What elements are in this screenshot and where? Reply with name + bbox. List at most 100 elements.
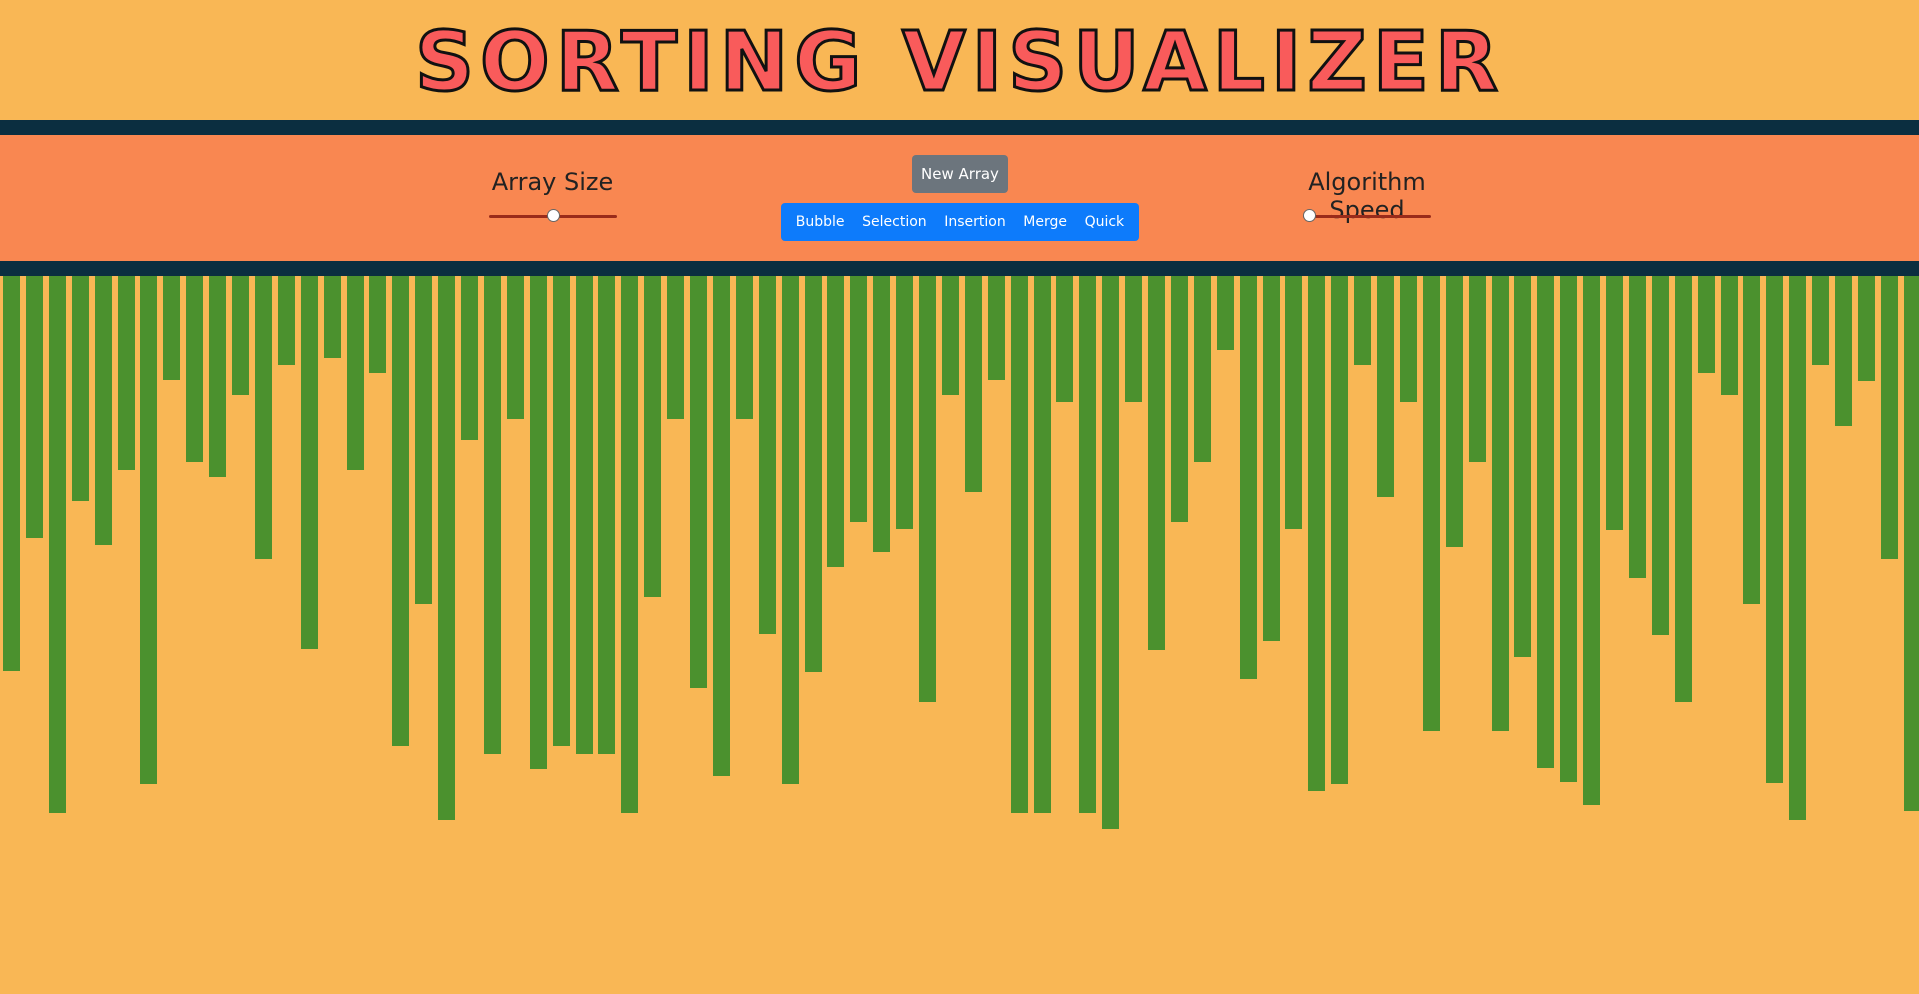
array-bar bbox=[1766, 276, 1783, 783]
array-bar bbox=[1423, 276, 1440, 731]
array-bar bbox=[667, 276, 684, 419]
array-bars-container bbox=[0, 276, 1919, 994]
array-size-slider-thumb[interactable] bbox=[547, 209, 560, 222]
top-divider bbox=[0, 120, 1919, 135]
array-bar bbox=[942, 276, 959, 395]
array-bar bbox=[369, 276, 386, 373]
quick-sort-button[interactable]: Quick bbox=[1081, 214, 1129, 230]
array-bar bbox=[324, 276, 341, 358]
array-bar bbox=[1377, 276, 1394, 497]
array-bar bbox=[598, 276, 615, 754]
array-bar bbox=[919, 276, 936, 702]
bottom-divider bbox=[0, 261, 1919, 276]
array-bar bbox=[95, 276, 112, 545]
array-bar bbox=[278, 276, 295, 365]
array-bar bbox=[26, 276, 43, 538]
array-bar bbox=[232, 276, 249, 395]
page-title: Sorting Visualizer bbox=[413, 15, 1505, 110]
merge-sort-button[interactable]: Merge bbox=[1019, 214, 1071, 230]
array-bar bbox=[209, 276, 226, 477]
array-bar bbox=[1904, 276, 1919, 811]
array-bar bbox=[1812, 276, 1829, 365]
array-bar bbox=[1240, 276, 1257, 679]
array-bar bbox=[1537, 276, 1554, 768]
array-bar bbox=[1056, 276, 1073, 402]
array-bar bbox=[1285, 276, 1302, 529]
array-bar bbox=[1194, 276, 1211, 462]
array-bar bbox=[438, 276, 455, 820]
array-bar bbox=[1079, 276, 1096, 813]
array-size-label: Array Size bbox=[491, 168, 614, 196]
array-bar bbox=[1354, 276, 1371, 365]
array-bar bbox=[736, 276, 753, 419]
array-bar bbox=[1698, 276, 1715, 373]
array-bar bbox=[507, 276, 524, 419]
array-bar bbox=[186, 276, 203, 462]
array-bar bbox=[644, 276, 661, 597]
array-bar bbox=[1583, 276, 1600, 805]
array-bar bbox=[484, 276, 501, 754]
selection-sort-button[interactable]: Selection bbox=[858, 214, 931, 230]
array-bar bbox=[576, 276, 593, 754]
array-bar bbox=[1560, 276, 1577, 782]
array-bar bbox=[3, 276, 20, 671]
array-bar bbox=[301, 276, 318, 649]
array-bar bbox=[1858, 276, 1875, 381]
array-bar bbox=[1652, 276, 1669, 635]
array-bar bbox=[873, 276, 890, 552]
array-bar bbox=[896, 276, 913, 529]
array-bar bbox=[965, 276, 982, 492]
array-bar bbox=[1606, 276, 1623, 530]
array-bar bbox=[827, 276, 844, 567]
algorithm-button-group: Bubble Selection Insertion Merge Quick bbox=[781, 203, 1139, 241]
array-bar bbox=[1400, 276, 1417, 402]
array-bar bbox=[988, 276, 1005, 380]
array-bar bbox=[140, 276, 157, 784]
title-bar: Sorting Visualizer bbox=[0, 0, 1919, 120]
array-bar bbox=[1263, 276, 1280, 641]
array-bar bbox=[690, 276, 707, 688]
array-bar bbox=[621, 276, 638, 813]
array-bar bbox=[553, 276, 570, 746]
array-bar bbox=[49, 276, 66, 813]
array-bar bbox=[461, 276, 478, 440]
array-bar bbox=[1789, 276, 1806, 820]
array-bar bbox=[782, 276, 799, 784]
array-bar bbox=[1171, 276, 1188, 522]
array-bar bbox=[1743, 276, 1760, 604]
controls-panel bbox=[0, 135, 1919, 261]
array-bar bbox=[1102, 276, 1119, 829]
array-size-slider[interactable] bbox=[489, 209, 617, 222]
array-bar bbox=[1331, 276, 1348, 784]
array-bar bbox=[1835, 276, 1852, 426]
array-bar bbox=[1446, 276, 1463, 547]
array-bar bbox=[1629, 276, 1646, 578]
bubble-sort-button[interactable]: Bubble bbox=[792, 214, 849, 230]
array-bar bbox=[1675, 276, 1692, 702]
array-bar bbox=[1034, 276, 1051, 813]
array-bar bbox=[118, 276, 135, 470]
array-bar bbox=[347, 276, 364, 470]
array-bar bbox=[759, 276, 776, 634]
array-bar bbox=[1469, 276, 1486, 462]
array-bar bbox=[805, 276, 822, 672]
array-bar bbox=[415, 276, 432, 604]
array-bar bbox=[1011, 276, 1028, 813]
array-bar bbox=[1514, 276, 1531, 657]
array-bar bbox=[530, 276, 547, 769]
array-bar bbox=[72, 276, 89, 501]
array-bar bbox=[850, 276, 867, 522]
array-bar bbox=[392, 276, 409, 746]
array-bar bbox=[1308, 276, 1325, 791]
array-bar bbox=[1217, 276, 1234, 350]
insertion-sort-button[interactable]: Insertion bbox=[940, 214, 1009, 230]
array-bar bbox=[1148, 276, 1165, 650]
array-bar bbox=[1125, 276, 1142, 402]
array-bar bbox=[1881, 276, 1898, 559]
new-array-button[interactable]: New Array bbox=[912, 155, 1008, 193]
algorithm-speed-slider[interactable] bbox=[1303, 209, 1431, 222]
array-bar bbox=[1492, 276, 1509, 731]
array-bar bbox=[1721, 276, 1738, 395]
array-bar bbox=[163, 276, 180, 380]
array-bar bbox=[255, 276, 272, 559]
